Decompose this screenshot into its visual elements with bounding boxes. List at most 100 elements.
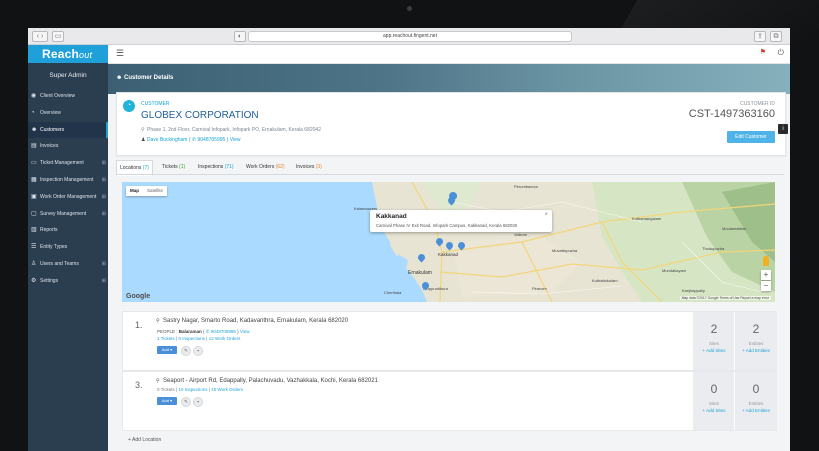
customer-id: CST-1497363160 [688, 108, 775, 120]
notification-flag-icon[interactable]: ⚑ [760, 48, 766, 56]
tab-divider [116, 174, 784, 175]
zoom-in-button[interactable]: + [761, 270, 771, 280]
sidebar-item-label: Invoices [40, 143, 59, 150]
dashboard-icon: ◉ [31, 93, 37, 99]
tab-label: Work Orders [246, 164, 275, 170]
sidebar-item-reports[interactable]: ▥ Reports [28, 222, 108, 239]
map-label: Muvattupuzha [552, 248, 578, 253]
person-name[interactable]: Balaraman [179, 329, 202, 334]
add-dropdown-button[interactable]: Add ▾ [157, 346, 177, 354]
map-label: Piravom [532, 286, 547, 291]
tab-invoices[interactable]: Invoices (3) [296, 160, 322, 174]
add-location-link[interactable]: + Add Location [128, 437, 161, 443]
shield-icon[interactable]: ◐ [234, 31, 246, 42]
expand-icon: ⊞ [101, 160, 106, 167]
sidebar-toggle-icon[interactable]: ▭ [52, 31, 64, 42]
zoom-out-button[interactable]: − [761, 281, 771, 291]
expand-icon: ⊞ [101, 260, 106, 267]
entities-label: Entities [748, 401, 764, 406]
sidebar-item-client-overview[interactable]: ◉ Client Overview [28, 88, 108, 105]
add-entities-link[interactable]: + Add Entities [735, 348, 777, 353]
comment-icon: ▢ [31, 210, 37, 217]
map-label: Kuthattukulam [592, 278, 618, 283]
add-entities-link[interactable]: + Add Entities [735, 408, 777, 413]
sidebar-item-customers[interactable]: ☻ Customers [28, 121, 108, 139]
close-icon[interactable]: × [544, 212, 548, 218]
locations-map[interactable]: Perumbavoor Kalamassery Ernakulam Kakkan… [122, 182, 775, 302]
customer-id-label: CUSTOMER ID [740, 101, 775, 107]
sidebar-item-ticket-management[interactable]: ▭ Ticket Management ⊞ [28, 155, 108, 172]
monitor-icon: ▭ [31, 160, 37, 167]
contact-view-link[interactable]: View [230, 137, 241, 143]
map-label: Kanjirappally [682, 288, 705, 293]
work-orders-link[interactable]: 10 Work Orders [211, 387, 243, 392]
work-orders-link[interactable]: 12 Work Orders [209, 336, 241, 341]
map-type-map[interactable]: Map [126, 188, 143, 193]
location-row: 1. ⚲ Sastry Nagar, Smarto Road, Kadavant… [122, 311, 777, 371]
person-view-link[interactable]: View [240, 329, 250, 334]
users-icon: ☻ [31, 126, 38, 133]
url-bar[interactable]: app.reachout.fingent.net [248, 31, 572, 42]
brand-logo[interactable]: Reachout [28, 45, 108, 63]
edit-customer-button[interactable]: Edit Customer [727, 131, 775, 143]
tickets-link[interactable]: 1 Tickets [157, 336, 175, 341]
sidebar-item-work-order-management[interactable]: ▣ Work Order Management ⊞ [28, 189, 108, 206]
info-side-tab[interactable]: i [778, 124, 788, 134]
sidebar: Reachout Super Admin ◉ Client Overview ◔ O… [28, 45, 108, 451]
tabs-icon[interactable]: ⧉ [770, 31, 782, 42]
street-view-pegman-icon[interactable] [763, 256, 769, 266]
map-info-window: Kakkanad Carnival Phase IV Exit Road, In… [370, 210, 552, 232]
menu-icon[interactable]: ☰ [116, 48, 124, 59]
location-row: 3. ⚲ Seaport - Airport Rd, Edappally, Pa… [122, 371, 777, 431]
tab-inspections[interactable]: Inspections (71) [198, 160, 234, 174]
inspections-link[interactable]: 10 Inspections [178, 387, 207, 392]
sidebar-item-label: Entity Types [40, 244, 68, 251]
contact-name-link[interactable]: Dave Buckingham [147, 137, 188, 143]
customer-card: ◔ CUSTOMER GLOBEX CORPORATION ⚲ Phase 1,… [116, 92, 786, 156]
location-pin-icon: ⚲ [156, 378, 160, 384]
tickets-link[interactable]: 0 Tickets [157, 387, 175, 392]
sidebar-item-settings[interactable]: ⚙ Settings ⊞ [28, 273, 108, 290]
sidebar-item-invoices[interactable]: ▤ Invoices [28, 138, 108, 155]
delete-icon[interactable]: ▪ [193, 397, 203, 407]
expand-icon: ⊞ [101, 176, 106, 183]
sidebar-item-entity-types[interactable]: ☰ Entity Types [28, 239, 108, 256]
map-label: Cherthala [384, 290, 402, 295]
sidebar-item-overview[interactable]: ◔ Overview [28, 105, 108, 122]
add-dropdown-button[interactable]: Add ▾ [157, 397, 177, 405]
edit-icon[interactable]: ✎ [181, 397, 191, 407]
back-forward-buttons[interactable]: ‹ › [32, 31, 48, 42]
sidebar-item-label: Survey Management [40, 210, 87, 217]
map-label: Kothamangalam [632, 216, 662, 221]
person-phone[interactable]: 9048705995 [211, 329, 236, 334]
sidebar-item-label: Customers [40, 126, 65, 133]
tab-work-orders[interactable]: Work Orders (62) [246, 160, 285, 174]
list-icon: ☰ [31, 244, 37, 251]
location-stats: 1 Tickets | 0 Inspections | 12 Work Orde… [157, 336, 241, 341]
tab-count: (62) [275, 164, 285, 170]
logout-icon[interactable]: ⏻ [778, 48, 784, 58]
location-address: Sastry Nagar, Smarto Road, Kadavanthra, … [163, 318, 349, 324]
expand-icon: ⊞ [101, 193, 106, 200]
contact-phone[interactable]: 9048705995 [198, 137, 226, 143]
money-icon: ▤ [31, 143, 37, 150]
add-sites-link[interactable]: + Add Sites [693, 348, 735, 353]
delete-icon[interactable]: ▪ [193, 346, 203, 356]
add-sites-link[interactable]: + Add Sites [693, 408, 735, 413]
sidebar-item-label: Inspection Management [40, 176, 94, 183]
sidebar-item-inspection-management[interactable]: ▦ Inspection Management ⊞ [28, 172, 108, 189]
share-icon[interactable]: ⇪ [754, 31, 766, 42]
entities-label: Entities [748, 341, 764, 346]
location-pin-icon: ⚲ [156, 318, 160, 324]
sidebar-item-survey-management[interactable]: ▢ Survey Management ⊞ [28, 206, 108, 223]
edit-icon[interactable]: ✎ [181, 346, 191, 356]
page-header-band: ☻ Customer Details [108, 64, 790, 94]
map-type-satellite[interactable]: Satellite [143, 188, 167, 193]
bar-chart-icon: ▥ [31, 227, 37, 234]
sidebar-item-users-and-teams[interactable]: ♙ Users and Teams ⊞ [28, 256, 108, 273]
expand-icon: ⊞ [101, 210, 106, 217]
tab-label: Locations [120, 165, 142, 171]
location-address: Seaport - Airport Rd, Edappally, Palachu… [163, 378, 378, 384]
tab-tickets[interactable]: Tickets (1) [162, 160, 185, 174]
inspections-link[interactable]: 0 Inspections [178, 336, 205, 341]
